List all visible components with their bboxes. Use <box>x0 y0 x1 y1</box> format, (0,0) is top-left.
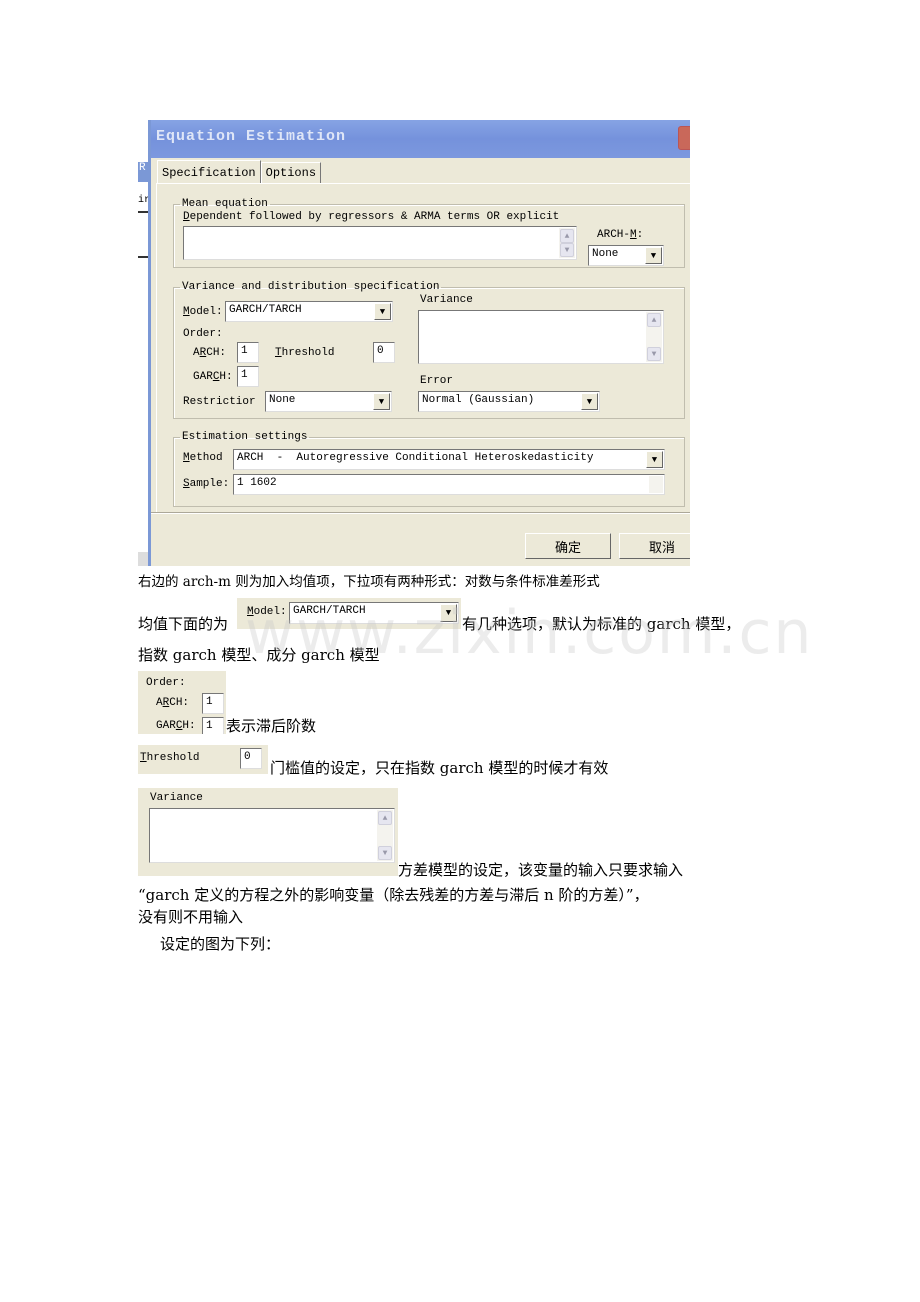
error-distribution-select[interactable]: Normal (Gaussian) ▼ <box>418 391 600 412</box>
threshold-label: Threshold <box>140 752 200 764</box>
archm-label: ARCH-M: <box>597 229 644 241</box>
order-label: Order: <box>146 677 186 689</box>
background-window-footer <box>138 552 148 566</box>
mean-equation-scrollbar[interactable]: ▲ ▼ <box>559 228 575 258</box>
chevron-down-icon[interactable]: ▼ <box>581 393 598 410</box>
paragraph-figure-intro: 设定的图为下列： <box>160 935 281 953</box>
model-label: Model: <box>183 306 223 318</box>
chevron-down-icon[interactable]: ▼ <box>645 247 662 264</box>
model-label: Model: <box>247 606 287 618</box>
arch-label: ARCH: <box>193 347 227 359</box>
threshold-crop-image: Threshold 0 <box>138 745 268 774</box>
ok-button[interactable]: 确定 <box>525 533 611 559</box>
chevron-down-icon[interactable]: ▼ <box>646 451 663 468</box>
chevron-down-icon[interactable]: ▼ <box>373 393 390 410</box>
tab-options[interactable]: Options <box>260 162 322 184</box>
dialog-titlebar[interactable]: Equation Estimation <box>151 120 690 158</box>
sample-scrollbar[interactable] <box>649 476 663 493</box>
variance-scrollbar: ▲ ▼ <box>377 810 393 861</box>
garch-label: GARCH: <box>156 720 196 732</box>
garch-label: GARCH: <box>193 371 233 383</box>
mean-equation-input[interactable]: ▲ ▼ <box>183 226 577 260</box>
dialog-divider <box>151 512 690 514</box>
tab-bar: Specification Options <box>157 160 322 184</box>
arch-label: ARCH: <box>156 697 190 709</box>
order-label: Order: <box>183 328 223 340</box>
background-window-text: ir <box>138 195 150 213</box>
chevron-down-icon: ▼ <box>440 604 457 622</box>
method-label: Method <box>183 452 223 464</box>
estimation-settings-legend: Estimation settings <box>182 431 308 443</box>
garch-order-input: 1 <box>202 717 224 734</box>
threshold-input: 0 <box>240 748 262 769</box>
cancel-button[interactable]: 取消 <box>619 533 690 559</box>
sample-label: Sample: <box>183 478 230 490</box>
variance-crop-image: Variance ▲ ▼ <box>138 788 398 876</box>
background-window-divider <box>138 256 148 258</box>
dialog-title: Equation Estimation <box>156 128 347 145</box>
method-select[interactable]: ARCH - Autoregressive Conditional Hetero… <box>233 449 665 470</box>
restriction-select[interactable]: None ▼ <box>265 391 392 412</box>
threshold-input[interactable]: 0 <box>373 342 395 363</box>
paragraph-threshold: 门槛值的设定，只在指数 garch 模型的时候才有效 <box>270 759 609 777</box>
model-crop-image: Model: GARCH/TARCH ▼ <box>237 598 461 629</box>
mean-equation-legend: Mean equation <box>182 198 268 210</box>
order-crop-image: Order: ARCH: 1 GARCH: 1 <box>138 671 226 734</box>
chevron-down-icon[interactable]: ▼ <box>374 303 391 320</box>
close-button[interactable] <box>678 126 690 150</box>
scroll-up-icon[interactable]: ▲ <box>560 229 574 243</box>
equation-estimation-dialog: Equation Estimation Specification Option… <box>148 120 690 566</box>
tab-specification[interactable]: Specification <box>157 160 261 184</box>
scroll-down-icon[interactable]: ▼ <box>647 347 661 361</box>
variance-input[interactable]: ▲ ▼ <box>418 310 664 364</box>
paragraph-model-line2: 指数 garch 模型、成分 garch 模型 <box>138 646 380 664</box>
scroll-up-icon[interactable]: ▲ <box>647 313 661 327</box>
model-select: GARCH/TARCH ▼ <box>289 602 459 624</box>
error-label: Error <box>420 375 454 387</box>
variance-label: Variance <box>150 792 203 804</box>
paragraph-archm: 右边的 arch-m 则为加入均值项，下拉项有两种形式：对数与条件标准差形式 <box>138 574 600 590</box>
dialog-screenshot: R ir Equation Estimation Specification O… <box>138 120 690 566</box>
threshold-label: Threshold <box>275 347 335 359</box>
garch-order-input[interactable]: 1 <box>237 366 259 387</box>
variance-scrollbar[interactable]: ▲ ▼ <box>646 312 662 362</box>
variance-input: ▲ ▼ <box>149 808 395 863</box>
scroll-down-icon: ▼ <box>378 846 392 860</box>
variance-distribution-legend: Variance and distribution specification <box>182 281 440 293</box>
paragraph-variance-line3: 没有则不用输入 <box>138 908 244 926</box>
scroll-down-icon[interactable]: ▼ <box>560 243 574 257</box>
paragraph-model-before: 均值下面的为 <box>138 615 229 633</box>
specification-panel: Mean equation Dependent followed by regr… <box>156 183 690 513</box>
paragraph-order: 表示滞后阶数 <box>226 717 317 735</box>
paragraph-model-after: 有几种选项，默认为标准的 garch 模型， <box>462 615 741 633</box>
paragraph-variance-line2: “garch 定义的方程之外的影响变量（除去残差的方差与滞后 n 阶的方差）”， <box>138 886 649 904</box>
dependent-label: Dependent followed by regressors & ARMA … <box>183 211 560 223</box>
arch-order-input[interactable]: 1 <box>237 342 259 363</box>
paragraph-variance: 方差模型的设定，该变量的输入只要求输入 <box>398 861 684 879</box>
variance-label: Variance <box>420 294 473 306</box>
archm-select[interactable]: None ▼ <box>588 245 664 266</box>
sample-input[interactable]: 1 1602 <box>233 474 665 495</box>
restriction-label: Restrictior <box>183 396 256 408</box>
model-select[interactable]: GARCH/TARCH ▼ <box>225 301 393 322</box>
scroll-up-icon: ▲ <box>378 811 392 825</box>
arch-order-input: 1 <box>202 693 224 714</box>
